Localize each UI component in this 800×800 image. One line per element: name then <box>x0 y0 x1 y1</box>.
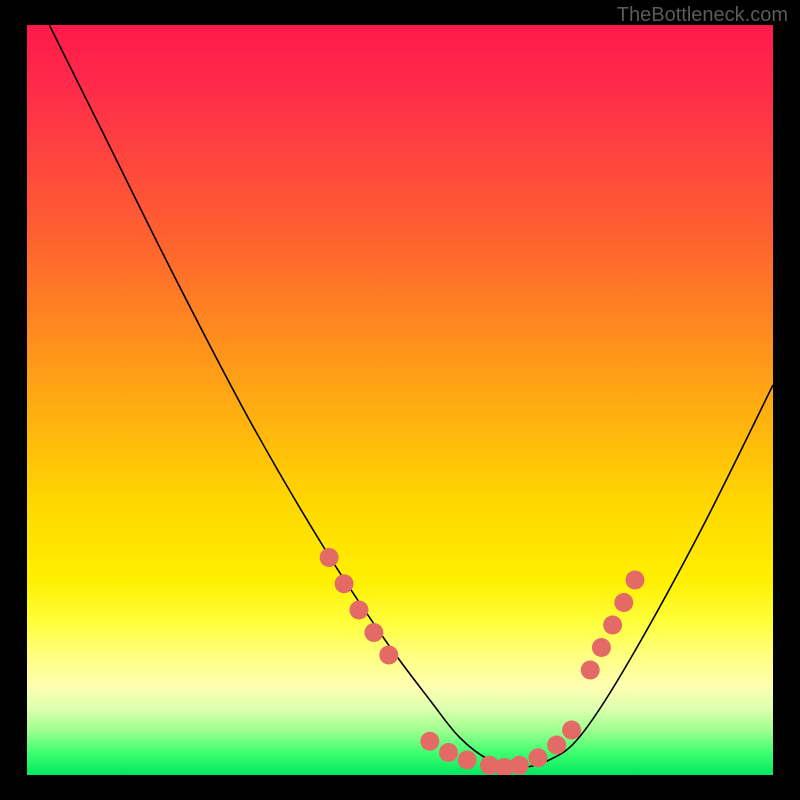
marker-dot <box>592 638 611 657</box>
marker-dot <box>603 616 622 635</box>
curve-svg <box>27 25 773 775</box>
marker-dot <box>420 732 439 751</box>
curve-line <box>49 25 773 768</box>
marker-dot <box>335 574 354 593</box>
marker-dot <box>625 571 644 590</box>
plot-area <box>27 25 773 775</box>
chart-frame: TheBottleneck.com <box>0 0 800 800</box>
watermark-text: TheBottleneck.com <box>617 4 788 27</box>
marker-dot <box>529 748 548 767</box>
bottleneck-curve <box>49 25 773 775</box>
marker-dot <box>458 751 477 770</box>
marker-dot <box>547 736 566 755</box>
marker-dot <box>614 593 633 612</box>
marker-dot <box>320 548 339 567</box>
curve-markers <box>320 548 645 775</box>
marker-dot <box>562 721 581 740</box>
marker-dot <box>581 661 600 680</box>
marker-dot <box>364 623 383 642</box>
marker-dot <box>379 646 398 665</box>
marker-dot <box>439 743 458 762</box>
marker-dot <box>510 756 529 775</box>
marker-dot <box>349 601 368 620</box>
